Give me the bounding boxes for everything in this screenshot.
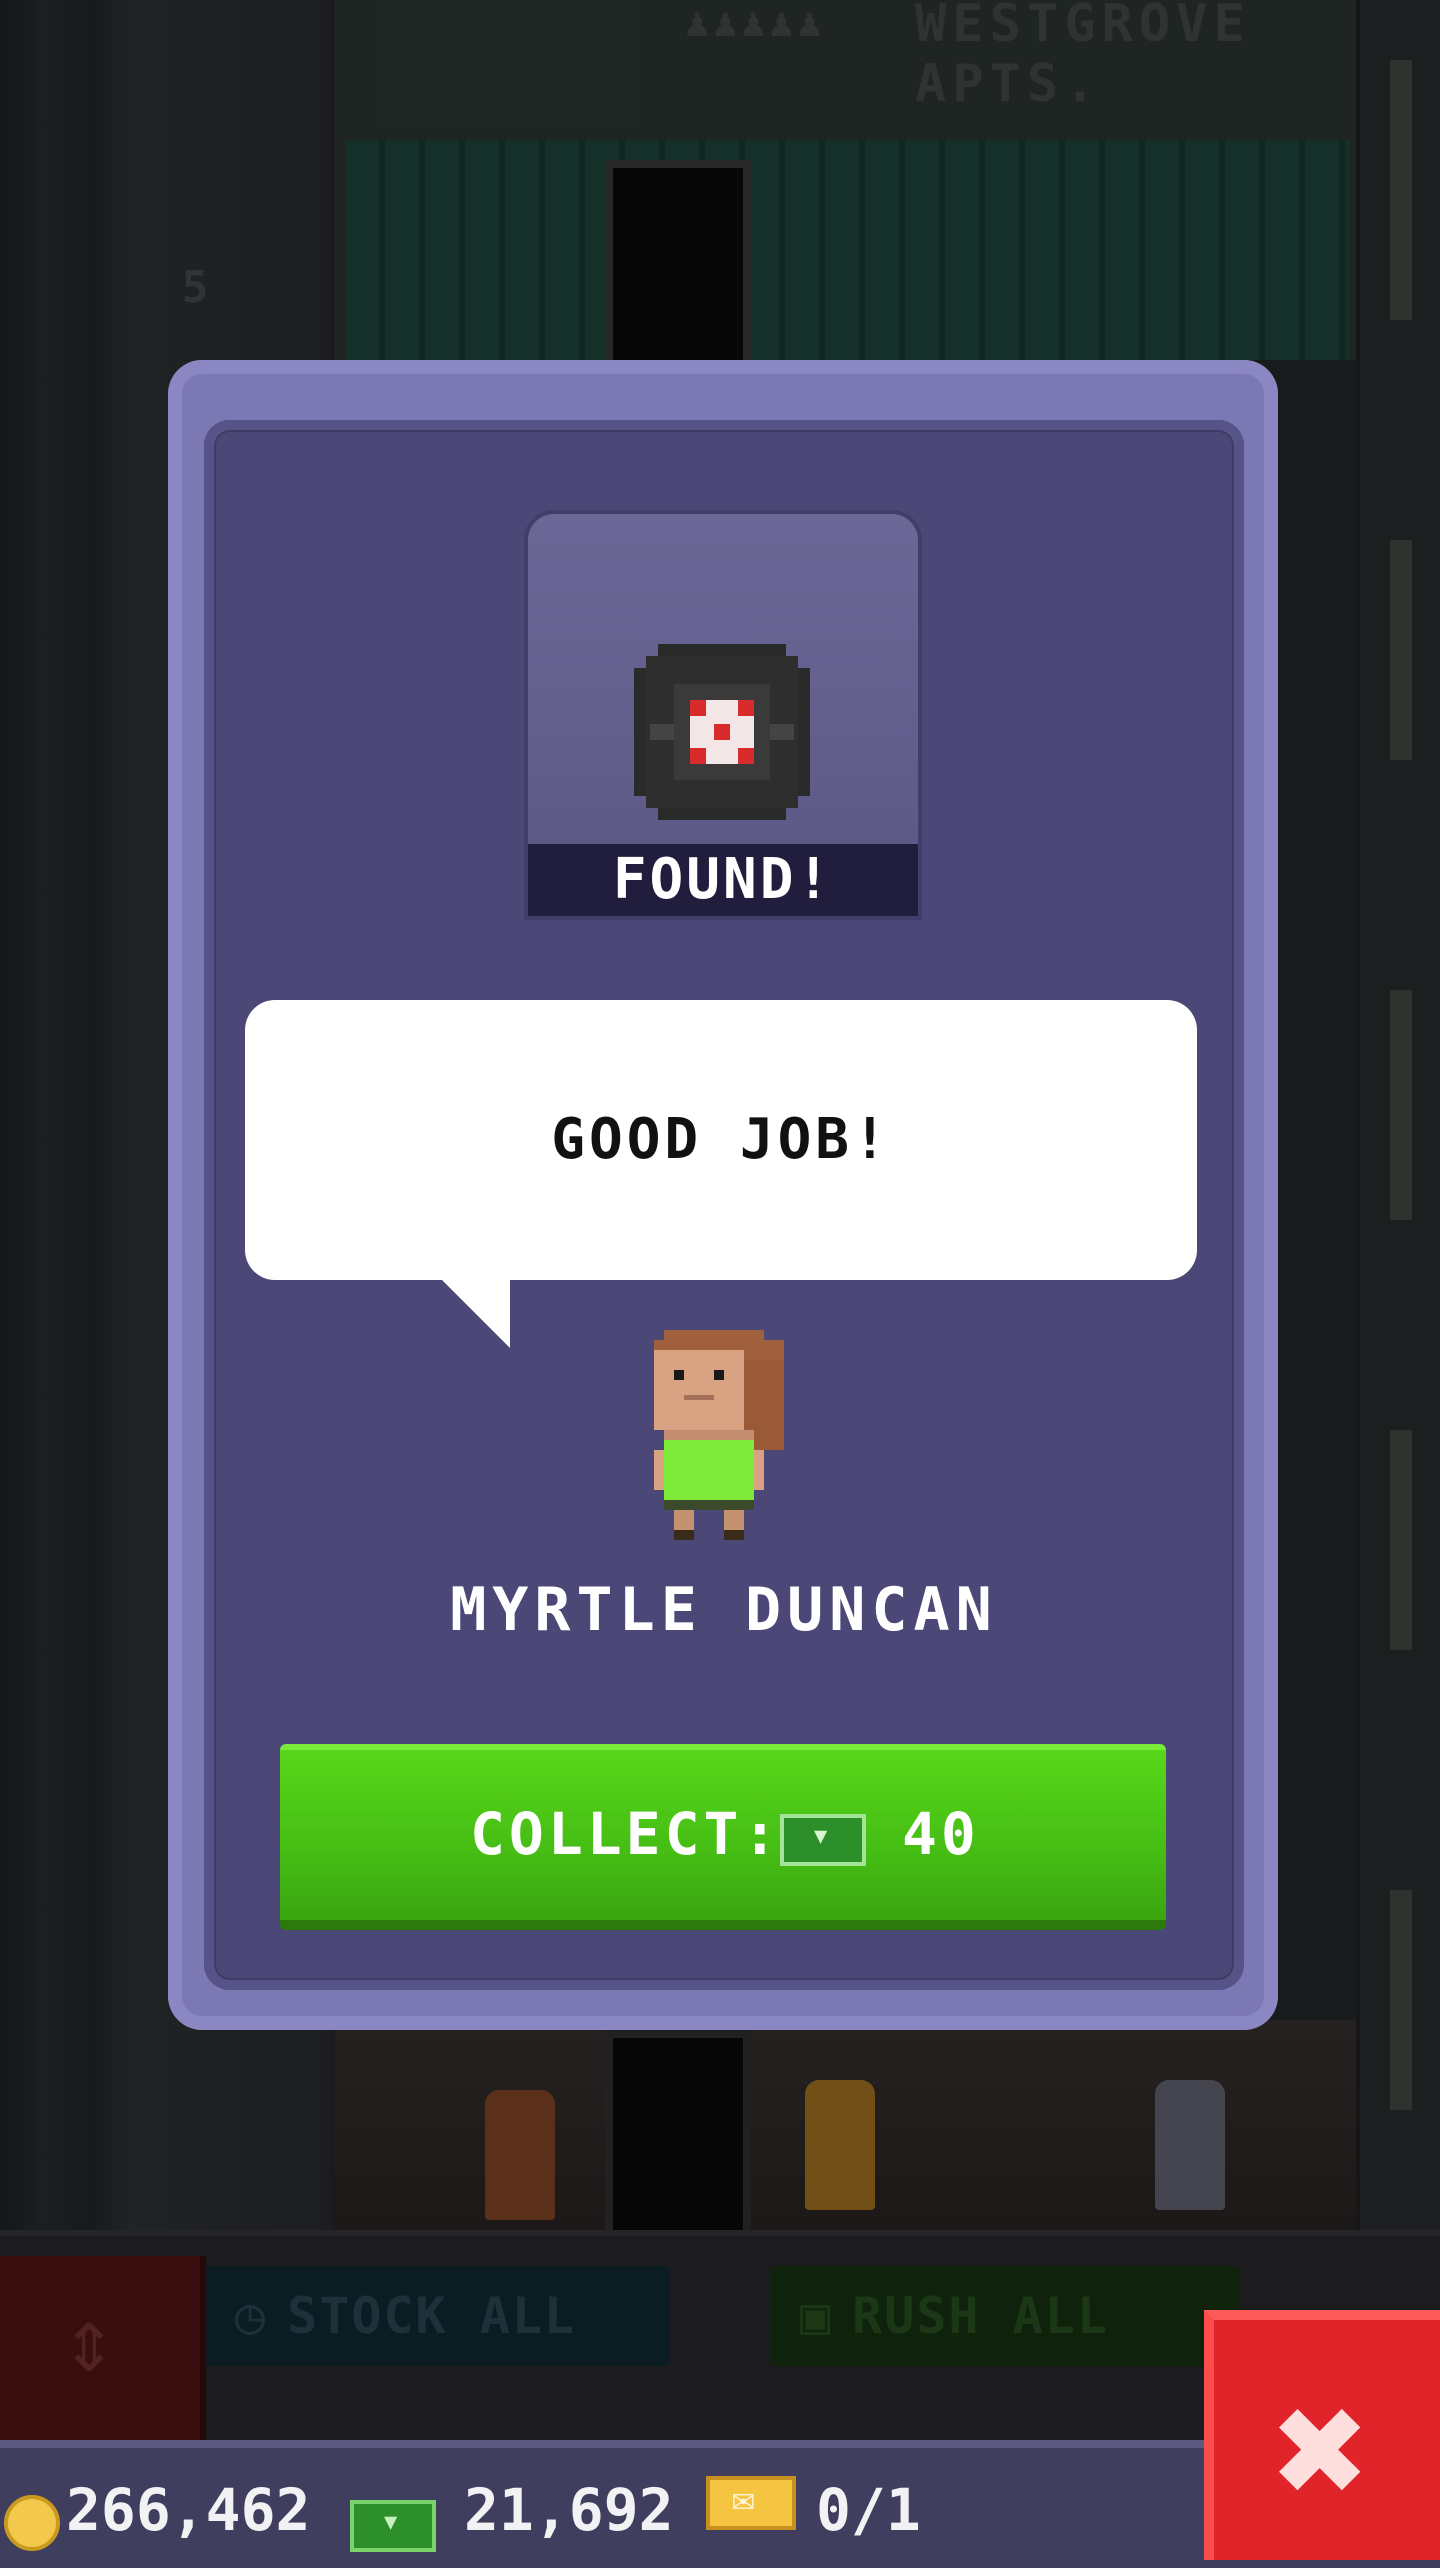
found-label: FOUND! [528,844,918,916]
clock-icon: ◷ [235,2287,268,2345]
wall-light [1390,540,1412,760]
resident-sprite[interactable] [485,2090,555,2220]
collect-amount: 40 [902,1800,980,1868]
residents-icons: ♟♟♟♟♟ [685,0,826,46]
bux-count: 21,692 [464,2476,674,2544]
close-button[interactable]: ✖ [1204,2310,1440,2560]
close-icon: ✖ [1274,2356,1371,2543]
stock-all-label: STOCK ALL [287,2287,577,2345]
apartment-wallpaper [345,140,1350,360]
apartment-door [605,160,751,376]
resident-sprite[interactable] [805,2080,875,2210]
floor-westgrove-apts[interactable]: ♟♟♟♟♟ WESTGROVE APTS. [335,0,1360,376]
bux-icon [350,2500,436,2552]
golden-ticket-icon [706,2476,796,2530]
collect-button[interactable]: COLLECT: 40 [280,1744,1166,1930]
wall-light [1390,1890,1412,2110]
npc-avatar [654,1330,784,1540]
resident-sprite[interactable] [1155,2080,1225,2210]
reward-dialog-panel: FOUND! GOOD JOB! MYRTLE DUNCAN COLLECT: … [204,420,1244,1990]
elevator-arrows-icon: ⇕ [62,2288,117,2393]
bux-icon: ▣ [800,2287,833,2345]
shop-door [605,2030,751,2230]
npc-name: MYRTLE DUNCAN [450,1575,998,1645]
collect-label: COLLECT: [470,1800,782,1868]
wall-light [1390,1430,1412,1650]
found-item-card: FOUND! [524,510,922,920]
speech-text: GOOD JOB! [551,1107,891,1172]
rush-all-button[interactable]: ▣ RUSH ALL [770,2266,1240,2366]
elevator-button[interactable]: ⇕ [0,2256,206,2456]
speech-bubble-tail [440,1278,510,1348]
tickets-count: 0/1 [816,2476,921,2544]
bux-icon [780,1814,866,1866]
reward-dialog: FOUND! GOOD JOB! MYRTLE DUNCAN COLLECT: … [168,360,1278,2030]
floor-shop[interactable] [335,2020,1360,2230]
wall-light [1390,60,1412,320]
wall-light [1390,990,1412,1220]
elevator-floor-number: 5 [181,262,209,313]
coin-icon [4,2495,60,2551]
coins-count: 266,462 [66,2476,311,2544]
speech-bubble: GOOD JOB! [245,1000,1197,1280]
rush-all-label: RUSH ALL [852,2287,1109,2345]
tower-right-wall [1356,0,1440,2230]
stock-all-button[interactable]: ◷ STOCK ALL [205,2266,670,2366]
floor-name: WESTGROVE APTS. [915,0,1251,114]
vinyl-record-icon [634,644,810,820]
